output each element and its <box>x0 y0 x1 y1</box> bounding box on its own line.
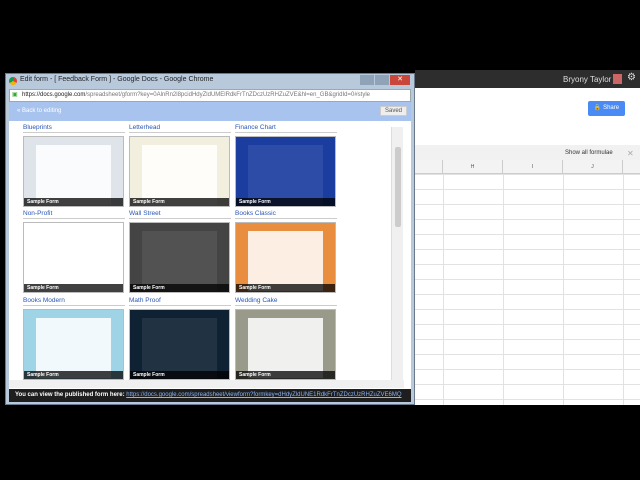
theme-label[interactable]: Books Modern <box>23 297 125 306</box>
form-preview <box>248 318 323 378</box>
window-title: Edit form - [ Feedback Form ] - Google D… <box>20 76 214 83</box>
form-preview <box>142 145 217 205</box>
form-preview <box>36 318 111 378</box>
scroll-thumb[interactable] <box>395 147 401 227</box>
theme-label[interactable]: Non-Profit <box>23 210 125 219</box>
sample-form-caption: Sample Form <box>130 198 229 206</box>
column-headers: H I J <box>415 160 640 174</box>
saved-status: Saved <box>379 106 407 116</box>
theme-label[interactable]: Wedding Cake <box>235 297 337 306</box>
sample-form-caption: Sample Form <box>24 284 123 292</box>
user-name[interactable]: Bryony Taylor <box>563 75 611 84</box>
address-bar[interactable]: ▣ https://docs.google.com/spreadsheet/gf… <box>9 89 411 102</box>
form-preview <box>142 231 217 291</box>
edit-form-window: Edit form - [ Feedback Form ] - Google D… <box>5 73 415 405</box>
theme-label[interactable]: Wall Street <box>129 210 231 219</box>
lock-icon: ▣ <box>12 92 18 98</box>
cell-grid[interactable] <box>415 174 640 405</box>
url-host: https://docs.google.com <box>22 92 86 98</box>
published-form-link[interactable]: https://docs.google.com/spreadsheet/view… <box>126 392 401 398</box>
form-preview <box>36 231 111 291</box>
url-path: /spreadsheet/gform?key=0AlnRn2l8pcidHdyZ… <box>85 92 370 98</box>
gear-icon[interactable]: ⚙ <box>627 72 636 83</box>
form-preview <box>36 145 111 205</box>
theme-thumbnail[interactable]: Sample Form <box>235 136 336 207</box>
column-header[interactable] <box>415 160 443 174</box>
theme-label[interactable]: Math Proof <box>129 297 231 306</box>
top-bar: Bryony Taylor ⚙ <box>415 70 640 88</box>
theme-label[interactable]: Finance Chart <box>235 124 337 133</box>
horizontal-scrollbar[interactable] <box>9 380 404 388</box>
theme-thumbnail[interactable]: Sample Form <box>129 222 230 293</box>
sample-form-caption: Sample Form <box>130 284 229 292</box>
spreadsheet-background: Bryony Taylor ⚙ 🔒 Share Show all formula… <box>415 70 640 405</box>
theme-thumbnail[interactable]: Sample Form <box>23 136 124 207</box>
share-button[interactable]: 🔒 Share <box>588 101 625 116</box>
theme-thumbnail[interactable]: Sample Form <box>235 222 336 293</box>
form-preview <box>248 145 323 205</box>
minimize-button[interactable] <box>360 75 374 85</box>
sample-form-caption: Sample Form <box>236 198 335 206</box>
form-preview <box>142 318 217 378</box>
show-all-formulae[interactable]: Show all formulae <box>565 150 613 156</box>
sample-form-caption: Sample Form <box>236 371 335 379</box>
column-header-h[interactable]: H <box>443 160 503 174</box>
theme-gallery: Blueprints Sample Form Letterhead Sample Fo… <box>9 121 411 389</box>
sample-form-caption: Sample Form <box>24 198 123 206</box>
theme-label[interactable]: Letterhead <box>129 124 231 133</box>
theme-thumbnail[interactable]: Sample Form <box>23 309 124 380</box>
theme-header-bar: « Back to editing Saved <box>9 102 411 121</box>
back-to-editing-link[interactable]: « Back to editing <box>17 108 61 114</box>
sample-form-caption: Sample Form <box>24 371 123 379</box>
window-controls: ✕ <box>360 75 410 87</box>
form-preview <box>248 231 323 291</box>
theme-thumbnail[interactable]: Sample Form <box>235 309 336 380</box>
published-form-text: You can view the published form here: <box>15 392 125 398</box>
vertical-scrollbar[interactable] <box>391 127 403 382</box>
lock-icon: 🔒 <box>593 105 602 111</box>
avatar[interactable] <box>613 74 622 84</box>
chrome-icon <box>9 77 17 85</box>
theme-thumbnail[interactable]: Sample Form <box>129 309 230 380</box>
share-label: Share <box>603 105 620 111</box>
theme-label[interactable]: Blueprints <box>23 124 125 133</box>
maximize-button[interactable] <box>375 75 389 85</box>
column-header-i[interactable]: I <box>503 160 563 174</box>
close-window-button[interactable]: ✕ <box>390 75 410 85</box>
sample-form-caption: Sample Form <box>130 371 229 379</box>
theme-thumbnail[interactable]: Sample Form <box>129 136 230 207</box>
theme-label[interactable]: Books Classic <box>235 210 337 219</box>
published-form-bar: You can view the published form here: ht… <box>9 389 411 402</box>
theme-thumbnail[interactable]: Sample Form <box>23 222 124 293</box>
close-icon[interactable]: ✕ <box>627 149 634 158</box>
sample-form-caption: Sample Form <box>236 284 335 292</box>
column-header-j[interactable]: J <box>563 160 623 174</box>
